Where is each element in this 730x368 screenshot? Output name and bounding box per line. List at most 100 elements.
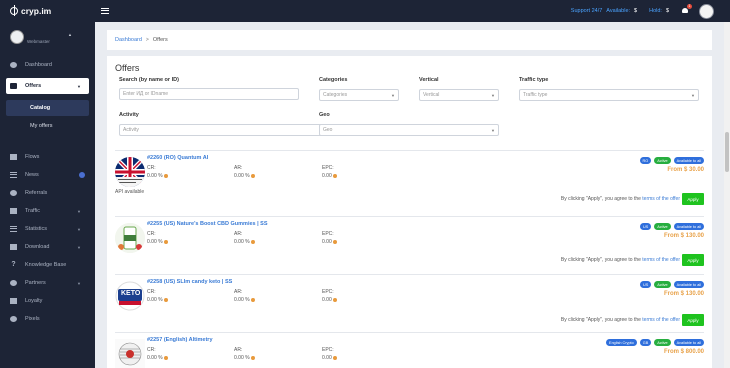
chevron-down-icon: ▼: [491, 128, 495, 133]
sidebar-item-label: News: [25, 172, 39, 178]
apply-agreement: By clicking "Apply", you agree to the te…: [560, 196, 680, 202]
geo-badge: US: [639, 223, 652, 230]
keto-gummies-icon[interactable]: KETO: [115, 281, 145, 311]
activity-select[interactable]: Activity ▼: [119, 124, 327, 136]
user-avatar[interactable]: [699, 3, 714, 19]
breadcrumb-dashboard[interactable]: Dashboard: [115, 37, 142, 43]
geo-label: Geo: [319, 112, 330, 118]
sidebar-item-referrals[interactable]: Referrals: [0, 184, 95, 202]
cr-value: 0.00 %: [147, 355, 168, 361]
sidebar-item-offers[interactable]: Offers ▼: [6, 78, 89, 94]
categories-select[interactable]: Categories ▼: [319, 89, 399, 101]
epc-label: EPC:: [322, 347, 334, 353]
chevron-down-icon: ▼: [77, 83, 81, 89]
activity-label: Activity: [119, 112, 139, 118]
offer-badges: RO Active Available to all: [639, 157, 704, 164]
offer-badges: US Active Available to all: [639, 281, 704, 288]
sidebar-item-traffic[interactable]: Traffic ▼: [0, 202, 95, 220]
logo-icon: [10, 5, 18, 16]
categories-value: Categories: [323, 92, 348, 98]
sidebar-item-label: Catalog: [30, 105, 51, 111]
traffic-type-select[interactable]: Traffic type ▼: [519, 89, 699, 101]
ar-value: 0.00 %: [234, 239, 255, 245]
geo-badge: RO: [639, 157, 652, 164]
sidebar-user[interactable]: Webmaster ▲: [0, 22, 95, 52]
ar-value: 0.00 %: [234, 355, 255, 361]
vertical-select[interactable]: Vertical ▼: [419, 89, 499, 101]
support-link[interactable]: Support 24/7: [571, 8, 603, 14]
chevron-right-icon: >: [145, 37, 149, 43]
sidebar-item-catalog[interactable]: Catalog: [6, 100, 89, 116]
sidebar-item-knowledge-base[interactable]: ? Knowledge Base: [0, 256, 95, 274]
sidebar-item-partners[interactable]: Partners ▼: [0, 274, 95, 292]
status-badge: Active: [654, 157, 671, 164]
coin-icon: [163, 173, 168, 178]
cr-value: 0.00 %: [147, 173, 168, 179]
ar-label: AR:: [234, 347, 243, 353]
terms-link[interactable]: terms of the offer: [642, 317, 680, 323]
question-icon: ?: [11, 261, 16, 268]
chevron-up-icon[interactable]: ▲: [68, 32, 72, 37]
sidebar-item-label: Partners: [25, 280, 46, 286]
offer-row: KETO #2258 (US) SLIm candy keto | SS CR:…: [115, 274, 704, 332]
offer-title[interactable]: #2255 (US) Nature's Boost CBD Gummies | …: [147, 221, 268, 227]
page-scrollbar[interactable]: [724, 22, 730, 368]
epc-label: EPC:: [322, 165, 334, 171]
bell-icon[interactable]: 1: [681, 4, 692, 15]
altimetry-icon[interactable]: [115, 339, 145, 368]
coin-icon: [163, 297, 168, 302]
offer-title[interactable]: #2258 (US) SLIm candy keto | SS: [147, 279, 232, 285]
cr-label: CR:: [147, 165, 156, 171]
coin-icon: [163, 355, 168, 360]
uk-flag-icon[interactable]: [115, 157, 145, 187]
offer-row: #2260 (RO) Quantum AI CR: 0.00 % AR: 0.0…: [115, 150, 704, 216]
apply-button[interactable]: Apply: [682, 193, 704, 205]
available-value: $: [634, 8, 638, 14]
menu-toggle-icon[interactable]: [101, 8, 109, 14]
category-badge: English Crypto: [606, 339, 637, 346]
download-icon: [10, 244, 17, 250]
apply-button[interactable]: Apply: [682, 254, 704, 266]
availability-badge: Available to all: [673, 281, 704, 288]
search-input[interactable]: Enter ИД or IDname: [119, 88, 299, 100]
chevron-down-icon: ▼: [77, 226, 81, 232]
chevron-down-icon: ▼: [77, 208, 81, 214]
epc-value: 0.00: [322, 355, 337, 361]
loyalty-icon: [10, 298, 17, 304]
terms-link[interactable]: terms of the offer: [642, 196, 680, 202]
scrollbar-thumb[interactable]: [725, 132, 729, 172]
offer-price: From $ 130.00: [663, 233, 704, 239]
sidebar-item-my-offers[interactable]: My offers: [0, 118, 95, 134]
categories-label: Categories: [319, 77, 348, 83]
sidebar-item-dashboard[interactable]: Dashboard: [0, 56, 95, 74]
sidebar-item-news[interactable]: News: [0, 166, 95, 184]
terms-link[interactable]: terms of the offer: [642, 257, 680, 263]
offer-title[interactable]: #2257 (English) Altimetry: [147, 337, 213, 343]
offer-row: #2257 (English) Altimetry CR: 0.00 % AR:…: [115, 332, 704, 368]
ar-value: 0.00 %: [234, 297, 255, 303]
notification-count: 1: [687, 4, 692, 9]
page-title: Offers: [115, 63, 140, 73]
sidebar-item-label: Statistics: [25, 226, 48, 232]
apply-button[interactable]: Apply: [682, 314, 704, 326]
top-bar: cryp.im Support 24/7 Available: $ Hold: …: [0, 0, 730, 22]
offer-price: From $ 130.00: [663, 291, 704, 297]
api-available-note: API available: [115, 189, 145, 195]
offer-title[interactable]: #2260 (RO) Quantum AI: [147, 155, 208, 161]
breadcrumb-current: Offers: [152, 37, 168, 43]
sidebar-item-loyalty[interactable]: Loyalty: [0, 292, 95, 310]
offer-badges: US Active Available to all: [639, 223, 704, 230]
sidebar-item-flows[interactable]: Flows: [0, 148, 95, 166]
sidebar-item-label: Knowledge Base: [25, 262, 67, 268]
breadcrumb: Dashboard > Offers: [107, 30, 712, 50]
logo[interactable]: cryp.im: [0, 5, 95, 16]
traffic-icon: [10, 208, 17, 214]
cr-label: CR:: [147, 289, 156, 295]
coin-icon: [332, 173, 337, 178]
sidebar-item-pixels[interactable]: Pixels: [0, 310, 95, 328]
geo-badge: US: [639, 281, 652, 288]
cbd-gummies-icon[interactable]: [115, 223, 145, 253]
sidebar-item-download[interactable]: Download ▼: [0, 238, 95, 256]
sidebar-item-statistics[interactable]: Statistics ▼: [0, 220, 95, 238]
geo-select[interactable]: Geo ▼: [319, 124, 499, 136]
